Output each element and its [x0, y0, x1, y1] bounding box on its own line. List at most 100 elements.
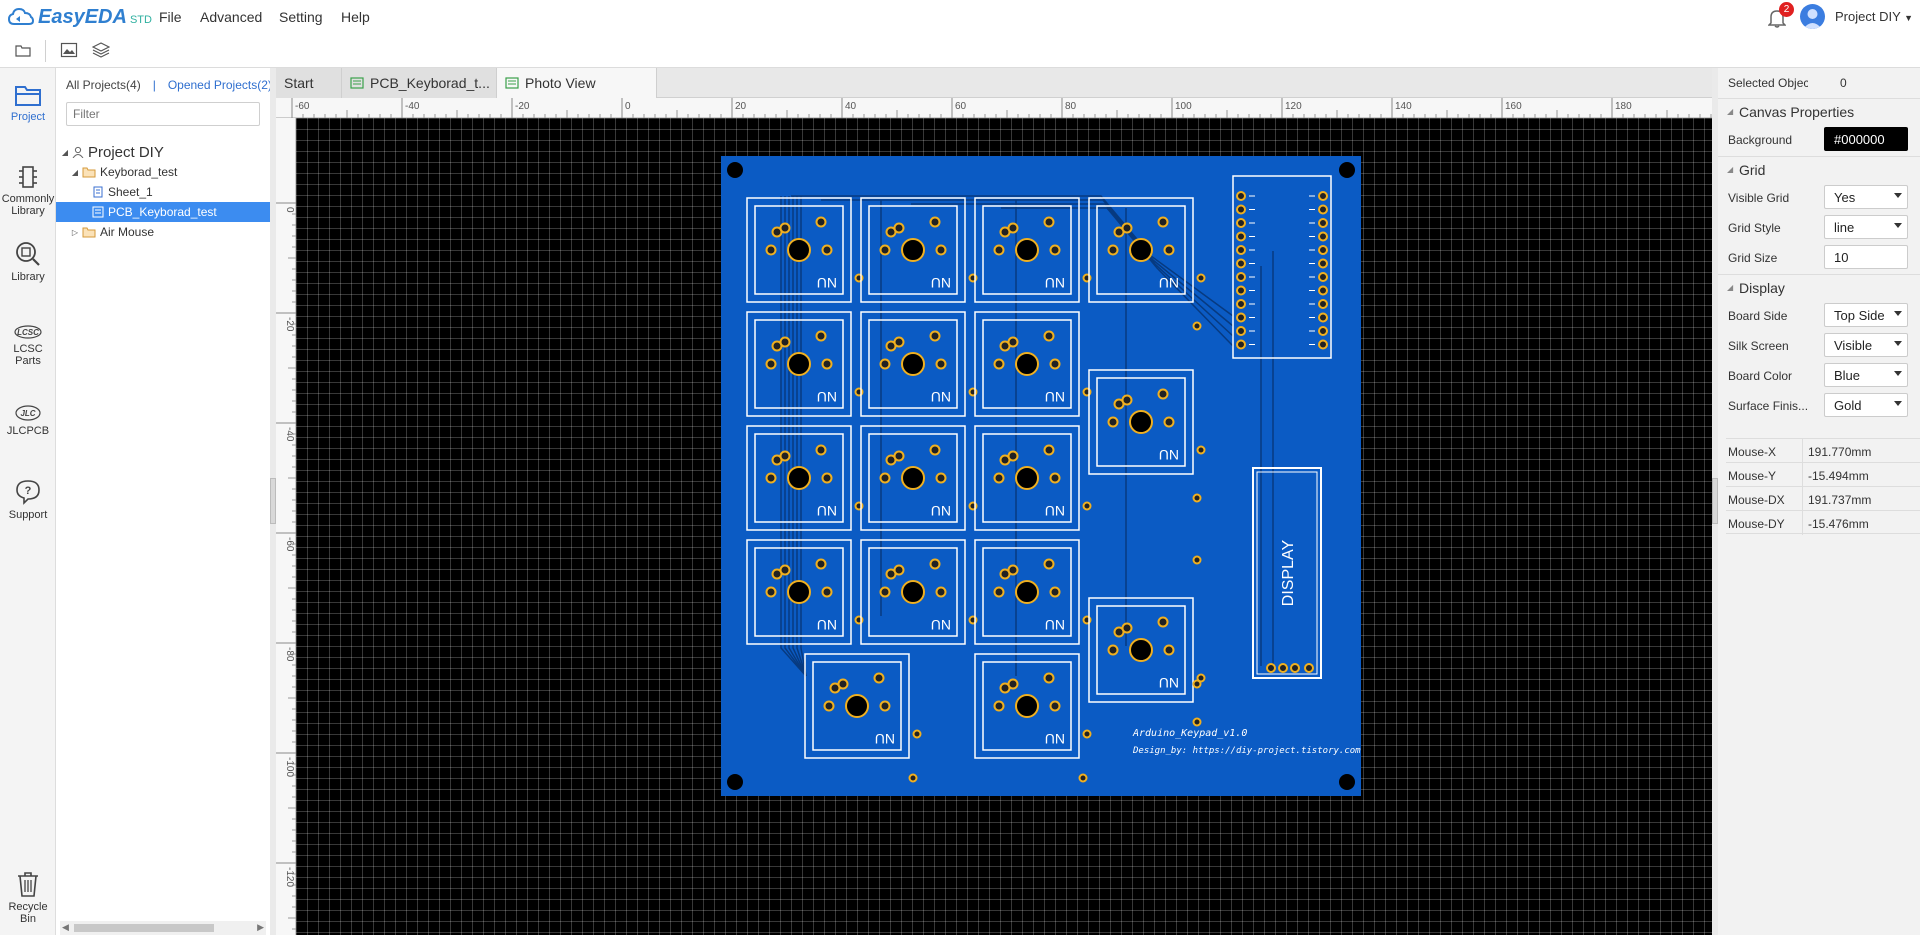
horizontal-scrollbar[interactable]: ◀ ▶ — [60, 921, 266, 935]
ruler-tick-label: 40 — [845, 101, 857, 112]
via — [1082, 501, 1092, 511]
lcsc-icon: LCSC — [14, 325, 42, 339]
layers-button[interactable] — [88, 38, 114, 62]
photo-button[interactable] — [56, 38, 82, 62]
display-pin — [1278, 663, 1288, 673]
board-side-select[interactable]: Top Side — [1824, 303, 1908, 327]
opened-projects-tab[interactable]: Opened Projects(2) — [168, 78, 270, 92]
tree-item-pcb-keyborad-test[interactable]: PCB_Keyborad_test — [56, 202, 270, 222]
visible-grid-select[interactable]: Yes — [1824, 185, 1908, 209]
rail-project[interactable]: Project — [0, 82, 56, 123]
menu-file[interactable]: File — [159, 9, 182, 25]
photo-icon — [60, 42, 78, 58]
ruler-tick-label: 160 — [1505, 101, 1522, 112]
tree-item-project-diy[interactable]: ◢ Project DIY — [56, 142, 270, 162]
board-substrate — [721, 156, 1361, 796]
switch-pad — [893, 336, 905, 348]
scroll-left-icon[interactable]: ◀ — [62, 922, 69, 933]
grid-style-select[interactable]: line — [1824, 215, 1908, 239]
switch-center-hole — [1015, 352, 1039, 376]
key-silk-label: NU — [817, 389, 837, 405]
menu-help[interactable]: Help — [341, 9, 370, 25]
mouse-dx-value: 191.737mm — [1808, 493, 1872, 507]
header-pin — [1318, 204, 1328, 215]
header-pin — [1236, 218, 1246, 228]
expand-arrow-icon[interactable]: ▷ — [70, 228, 80, 237]
menubar: EasyEDA STD File Advanced Setting Help 2… — [0, 0, 1920, 34]
ruler-tick-label: 100 — [1175, 101, 1192, 112]
surface-finish-select[interactable]: Gold — [1824, 393, 1908, 417]
tab-start[interactable]: Start — [276, 68, 342, 98]
rail-commonly-library[interactable]: Commonly Library — [0, 164, 56, 217]
rail-lcsc-parts[interactable]: LCSC LCSC Parts — [0, 324, 56, 367]
background-label: Background — [1728, 133, 1793, 147]
switch-pad — [1163, 644, 1175, 656]
switch-pad — [1157, 616, 1169, 628]
tree-item-sheet-1[interactable]: Sheet_1 — [56, 182, 270, 202]
notification-count-badge: 2 — [1779, 2, 1794, 17]
collapse-arrow-icon[interactable]: ◢ — [60, 148, 70, 157]
background-color-input[interactable]: #000000 — [1824, 127, 1908, 151]
header-pin — [1318, 218, 1328, 228]
scrollbar-thumb[interactable] — [74, 924, 214, 932]
pcb-board: NU NU NU NU NU NU NU NU NU NU NU NU NU NU NU NU NU DISPLA… — [721, 156, 1361, 796]
user-name[interactable]: Project DIY ▼ — [1835, 9, 1913, 24]
header-pin — [1318, 272, 1328, 282]
ruler-tick-label: 60 — [955, 101, 967, 112]
tree-item-label: Keyborad_test — [100, 165, 178, 179]
board-color-row: Board Color Blue — [1718, 360, 1920, 390]
rail-library[interactable]: Library — [0, 240, 56, 283]
board-design-text: Design_by: https://diy-project.tistory.c… — [1132, 746, 1361, 756]
tab-photo-view[interactable]: Photo View — [497, 68, 657, 98]
switch-center-hole — [787, 352, 811, 376]
via — [912, 729, 922, 739]
header-pin — [1236, 326, 1246, 336]
mouse-dy-label: Mouse-DY — [1728, 517, 1785, 531]
switch-pad — [779, 336, 791, 348]
pcb-canvas[interactable]: NU NU NU NU NU NU NU NU NU NU NU NU NU NU NU NU NU DISPLA… — [296, 118, 1712, 935]
via — [908, 773, 918, 783]
switch-pad — [879, 244, 891, 256]
switch-pad — [935, 472, 947, 484]
switch-center-hole — [1015, 466, 1039, 490]
open-file-button[interactable] — [10, 38, 36, 62]
via — [1192, 717, 1202, 727]
canvas-properties-section[interactable]: ◢ Canvas Properties — [1718, 98, 1920, 124]
collapse-arrow-icon[interactable]: ◢ — [70, 168, 80, 177]
select-value: line — [1834, 220, 1855, 235]
switch-pad — [1107, 244, 1119, 256]
menu-setting[interactable]: Setting — [279, 9, 323, 25]
app-logo[interactable]: EasyEDA STD — [8, 4, 152, 30]
tree-item-label: Project DIY — [88, 143, 164, 161]
rail-support[interactable]: ? Support — [0, 478, 56, 521]
board-color-select[interactable]: Blue — [1824, 363, 1908, 387]
scroll-right-icon[interactable]: ▶ — [257, 922, 264, 933]
rail-recycle-bin[interactable]: Recycle Bin — [0, 870, 56, 925]
tree-item-label: PCB_Keyborad_test — [108, 205, 217, 219]
switch-pad — [935, 244, 947, 256]
select-value: Visible — [1834, 338, 1873, 353]
switch-pad — [893, 564, 905, 576]
filter-input[interactable] — [66, 102, 260, 126]
tree-item-keyborad-test[interactable]: ◢ Keyborad_test — [56, 162, 270, 182]
switch-pad — [1043, 444, 1055, 456]
user-area: 2 Project DIY ▼ — [1760, 0, 1920, 34]
switch-center-hole — [787, 466, 811, 490]
switch-pad — [815, 330, 827, 342]
rail-jlcpcb[interactable]: JLC JLCPCB — [0, 404, 56, 437]
menu-advanced[interactable]: Advanced — [200, 9, 262, 25]
tree-item-air-mouse[interactable]: ▷ Air Mouse — [56, 222, 270, 242]
all-projects-tab[interactable]: All Projects(4) — [66, 78, 141, 92]
section-collapse-icon: ◢ — [1727, 107, 1734, 116]
top-ruler-scale: -60 -40 -20 0 20 40 60 80 100 120 140 160 180 — [291, 98, 1712, 118]
tab-pcb-keyborad[interactable]: PCB_Keyborad_t... — [342, 68, 497, 98]
tab-label: PCB_Keyborad_t... — [370, 75, 490, 91]
user-avatar[interactable] — [1800, 4, 1825, 29]
section-title: Grid — [1739, 162, 1766, 178]
grid-section[interactable]: ◢ Grid — [1718, 156, 1920, 182]
properties-panel: Selected Objects 0 ◢ Canvas Properties B… — [1718, 68, 1920, 935]
header-pin — [1318, 339, 1328, 350]
display-section[interactable]: ◢ Display — [1718, 274, 1920, 300]
grid-size-input[interactable]: 10 — [1824, 245, 1908, 269]
silk-screen-select[interactable]: Visible — [1824, 333, 1908, 357]
